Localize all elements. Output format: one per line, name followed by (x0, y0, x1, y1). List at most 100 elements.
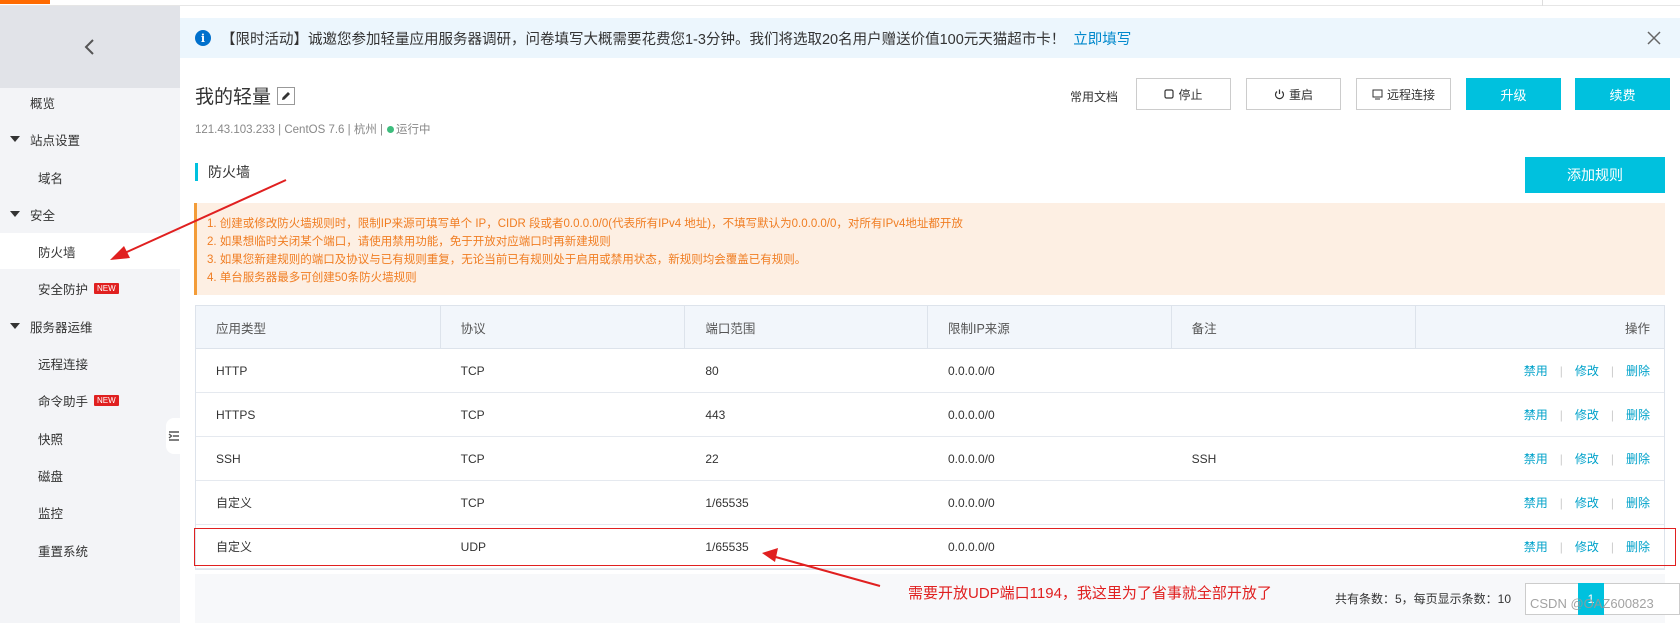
cell-type: HTTP (216, 363, 248, 378)
row-actions: 禁用 | 修改 | 删除 (1524, 494, 1650, 511)
notice-box: 1. 创建或修改防火墙规则时，限制IP来源可填写单个 IP，CIDR 段或者0.… (194, 203, 1665, 295)
top-divider (1542, 0, 1543, 6)
restart-button[interactable]: 重启 (1246, 78, 1341, 110)
table-row: SSH TCP 22 0.0.0.0/0 SSH 禁用 | 修改 | 删除 (196, 437, 1664, 481)
cell-port: 22 (705, 451, 719, 466)
monitor-icon (1372, 89, 1383, 99)
delete-link[interactable]: 删除 (1626, 450, 1650, 467)
sidebar-group-ops[interactable]: 服务器运维 (0, 308, 180, 344)
cell-protocol: TCP (460, 495, 485, 510)
disable-link[interactable]: 禁用 (1524, 494, 1548, 511)
column-header: 操作 (1624, 321, 1650, 336)
disable-link[interactable]: 禁用 (1524, 362, 1548, 379)
sidebar-item-overview[interactable]: 概览 (0, 84, 180, 120)
new-badge: NEW (94, 282, 119, 294)
delete-link[interactable]: 删除 (1626, 406, 1650, 423)
row-actions: 禁用 | 修改 | 删除 (1524, 450, 1650, 467)
edit-link[interactable]: 修改 (1575, 362, 1599, 379)
cell-protocol: UDP (460, 539, 486, 554)
upgrade-button[interactable]: 升级 (1466, 78, 1561, 110)
table-row: HTTPS TCP 443 0.0.0.0/0 禁用 | 修改 | 删除 (196, 393, 1664, 437)
section-title: 防火墙 (195, 163, 250, 181)
cell-source: 0.0.0.0/0 (947, 495, 995, 510)
brand-accent (0, 0, 50, 4)
collapse-icon (168, 431, 179, 441)
notice-line: 3. 如果您新建规则的端口及协议与已有规则重复，无论当前已有规则处于启用或禁用状… (207, 254, 807, 266)
docs-link[interactable]: 常用文档 (1070, 88, 1118, 105)
delete-link[interactable]: 删除 (1626, 494, 1650, 511)
sidebar-item-remote[interactable]: 远程连接 (0, 345, 180, 381)
cell-type: HTTPS (216, 407, 256, 422)
sidebar-item-snapshot[interactable]: 快照 (0, 420, 180, 456)
row-actions: 禁用 | 修改 | 删除 (1524, 362, 1650, 379)
cell-protocol: TCP (460, 451, 485, 466)
edit-link[interactable]: 修改 (1575, 494, 1599, 511)
table-row: HTTP TCP 80 0.0.0.0/0 禁用 | 修改 | 删除 (196, 349, 1664, 393)
cell-port: 1/65535 (705, 539, 749, 554)
cell-type: SSH (216, 451, 241, 466)
cell-actions: 禁用 | 修改 | 删除 (1416, 525, 1664, 568)
cell-note (1172, 481, 1417, 524)
table-row: 自定义 UDP 1/65535 0.0.0.0/0 禁用 | 修改 | 删除 (196, 525, 1664, 569)
disable-link[interactable]: 禁用 (1524, 450, 1548, 467)
sidebar-item-reset[interactable]: 重置系统 (0, 532, 180, 568)
cell-source: 0.0.0.0/0 (947, 539, 995, 554)
stop-icon (1164, 89, 1175, 99)
separator: | (1559, 495, 1563, 510)
banner-link[interactable]: 立即填写 (1073, 28, 1131, 49)
separator: | (1610, 407, 1614, 422)
cell-actions: 禁用 | 修改 | 删除 (1416, 481, 1664, 524)
edit-icon[interactable] (277, 86, 296, 105)
add-rule-button[interactable]: 添加规则 (1525, 157, 1665, 193)
cell-type: 自定义 (216, 496, 253, 510)
disable-link[interactable]: 禁用 (1524, 538, 1548, 555)
back-button[interactable] (0, 6, 180, 88)
separator: | (1559, 451, 1563, 466)
watermark: CSDN @OAZ600823 (1530, 596, 1654, 611)
notice-line: 4. 单台服务器最多可创建50条防火墙规则 (207, 272, 417, 284)
sidebar-item-domain[interactable]: 域名 (0, 159, 180, 195)
edit-link[interactable]: 修改 (1575, 538, 1599, 555)
cell-type: 自定义 (216, 540, 253, 554)
cell-source: 0.0.0.0/0 (947, 451, 995, 466)
edit-link[interactable]: 修改 (1575, 406, 1599, 423)
column-header: 端口范围 (685, 306, 928, 348)
cell-note (1172, 349, 1417, 392)
delete-link[interactable]: 删除 (1626, 362, 1650, 379)
close-icon[interactable] (1644, 28, 1664, 48)
banner-text: 【限时活动】诚邀您参加轻量应用服务器调研，问卷填写大概需要花费您1-3分钟。我们… (221, 31, 1066, 48)
sidebar-item-disk[interactable]: 磁盘 (0, 457, 180, 493)
sidebar-item-monitor[interactable]: 监控 (0, 494, 180, 530)
caret-down-icon (10, 323, 20, 329)
cell-actions: 禁用 | 修改 | 删除 (1416, 437, 1664, 480)
status-text: 运行中 (396, 124, 431, 136)
cell-actions: 禁用 | 修改 | 删除 (1416, 393, 1664, 436)
cell-source: 0.0.0.0/0 (947, 407, 995, 422)
power-icon (1274, 89, 1285, 99)
caret-down-icon (10, 136, 20, 142)
sidebar-item-firewall[interactable]: 防火墙 (0, 233, 180, 269)
sidebar-group-security[interactable]: 安全 (0, 196, 180, 232)
remote-connect-button[interactable]: 远程连接 (1356, 78, 1451, 110)
instance-info: 121.43.103.233 | CentOS 7.6 | 杭州 | 运行中 (195, 124, 431, 136)
delete-link[interactable]: 删除 (1626, 538, 1650, 555)
sidebar-item-command[interactable]: 命令助手 NEW (0, 382, 180, 418)
stop-button[interactable]: 停止 (1136, 78, 1231, 110)
sidebar-collapse-handle[interactable] (166, 418, 182, 454)
separator: | (1610, 363, 1614, 378)
disable-link[interactable]: 禁用 (1524, 406, 1548, 423)
cell-protocol: TCP (460, 363, 485, 378)
edit-link[interactable]: 修改 (1575, 450, 1599, 467)
top-bar (0, 0, 1680, 6)
cell-note (1172, 525, 1417, 568)
annotation-text: 需要开放UDP端口1194，我这里为了省事就全部开放了 (908, 585, 1272, 602)
column-header: 协议 (441, 306, 686, 348)
cell-note (1172, 393, 1417, 436)
cell-note: SSH (1191, 451, 1217, 466)
sidebar-item-security-protection[interactable]: 安全防护 NEW (0, 270, 180, 306)
separator: | (1559, 363, 1563, 378)
separator: | (1610, 451, 1614, 466)
column-header: 备注 (1172, 306, 1417, 348)
renew-button[interactable]: 续费 (1575, 78, 1670, 110)
sidebar-group-site[interactable]: 站点设置 (0, 121, 180, 157)
